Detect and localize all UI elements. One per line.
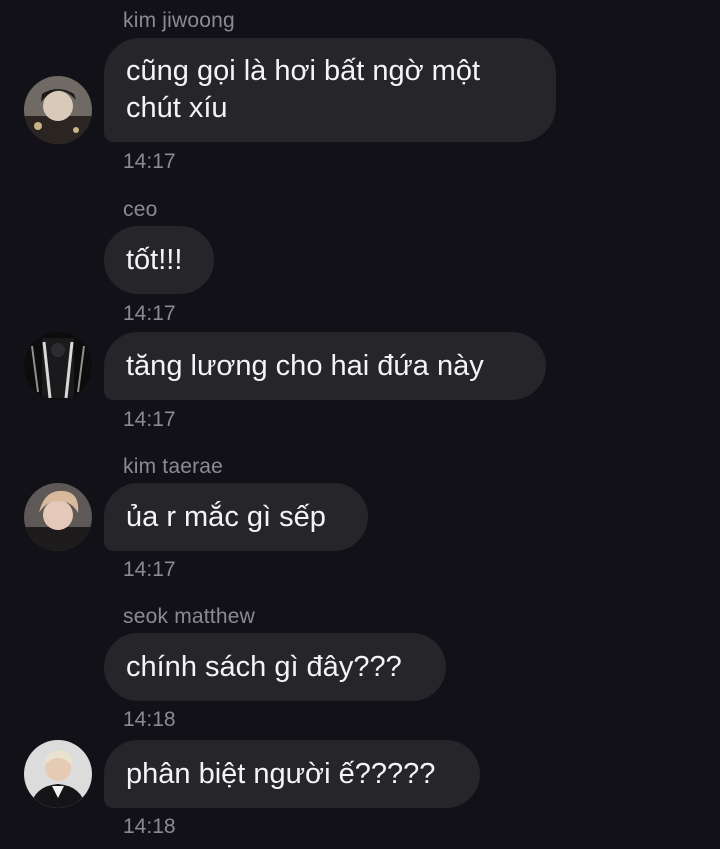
message-text: ủa r mắc gì sếp bbox=[126, 500, 326, 533]
avatar[interactable] bbox=[24, 740, 92, 808]
chat-thread: kim jiwoong cũng gọi là hơi bất ngờ một … bbox=[0, 0, 720, 849]
avatar-photo-icon bbox=[24, 483, 92, 551]
message-timestamp: 14:17 bbox=[123, 408, 176, 431]
avatar[interactable] bbox=[24, 332, 92, 400]
avatar-photo-icon bbox=[24, 740, 92, 808]
avatar-photo-icon bbox=[24, 76, 92, 144]
message-bubble[interactable]: cũng gọi là hơi bất ngờ một chút xíu bbox=[104, 38, 556, 142]
avatar[interactable] bbox=[24, 76, 92, 144]
message-bubble[interactable]: chính sách gì đây??? bbox=[104, 633, 446, 701]
message-text: cũng gọi là hơi bất ngờ một chút xíu bbox=[126, 55, 481, 124]
sender-name: kim jiwoong bbox=[123, 9, 235, 32]
message-text: phân biệt người ế????? bbox=[126, 757, 436, 790]
message-bubble[interactable]: tốt!!! bbox=[104, 226, 214, 294]
message-bubble[interactable]: phân biệt người ế????? bbox=[104, 740, 480, 808]
message-timestamp: 14:17 bbox=[123, 150, 176, 173]
avatar[interactable] bbox=[24, 483, 92, 551]
message-text: tăng lương cho hai đứa này bbox=[126, 349, 484, 382]
message-timestamp: 14:17 bbox=[123, 558, 176, 581]
message-timestamp: 14:18 bbox=[123, 815, 176, 838]
message-text: chính sách gì đây??? bbox=[126, 650, 402, 683]
message-bubble[interactable]: tăng lương cho hai đứa này bbox=[104, 332, 546, 400]
message-timestamp: 14:18 bbox=[123, 708, 176, 731]
sender-name: seok matthew bbox=[123, 605, 255, 628]
message-bubble[interactable]: ủa r mắc gì sếp bbox=[104, 483, 368, 551]
message-timestamp: 14:17 bbox=[123, 302, 176, 325]
sender-name: ceo bbox=[123, 198, 158, 221]
sender-name: kim taerae bbox=[123, 455, 224, 478]
message-text: tốt!!! bbox=[126, 243, 183, 276]
avatar-photo-icon bbox=[24, 332, 92, 400]
